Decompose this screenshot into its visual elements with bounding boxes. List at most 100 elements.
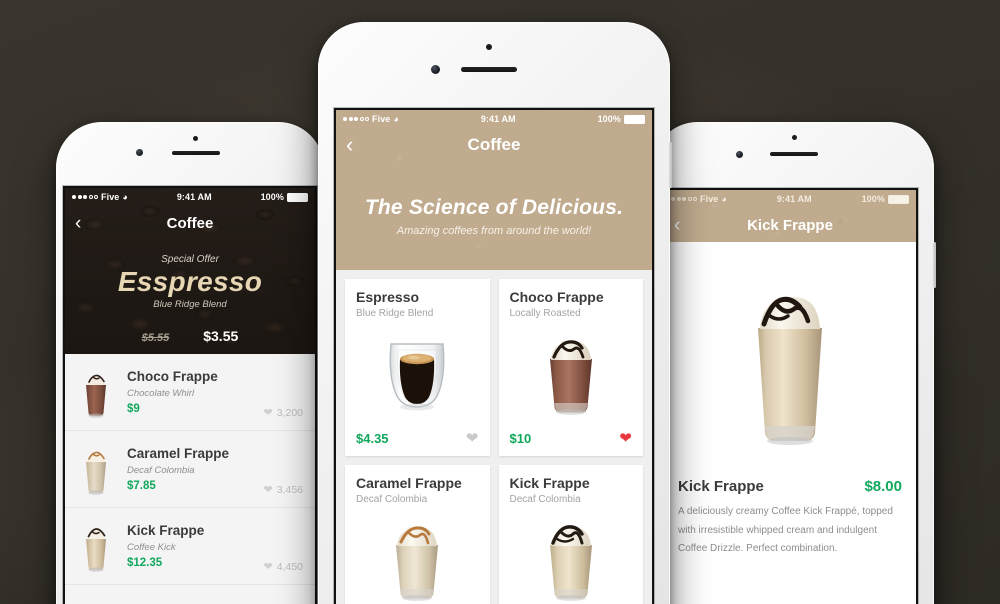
hero-subtitle: Blue Ridge Blend (153, 298, 227, 310)
battery-percent-label: 100% (597, 114, 621, 124)
product-thumbnail (75, 363, 117, 421)
like-counter[interactable]: ❤ 3,200 (264, 407, 304, 421)
sale-price: $3.55 (203, 328, 239, 344)
chevron-left-icon[interactable]: ‹ (346, 134, 353, 156)
product-price: $8.00 (864, 478, 902, 495)
screen-right: Five ◕ 9:41 AM 100% ‹ Kick Frappe Kick F… (664, 190, 916, 604)
product-name: Caramel Frappe (127, 446, 230, 462)
signal-strength-icon (72, 195, 98, 199)
center-header: Five ◕ 9:41 AM 100% ‹ Coffee The Science… (336, 110, 652, 270)
product-card[interactable]: Choco Frappe Locally Roasted $10 ❤ (498, 279, 644, 456)
product-subtitle: Locally Roasted (509, 308, 581, 320)
product-summary: Kick Frappe $8.00 (664, 474, 916, 503)
product-subtitle: Blue Ridge Blend (356, 308, 434, 320)
screen-left: Five ◕ 9:41 AM 100% ‹ Coffee Special Off… (65, 188, 315, 604)
list-item[interactable]: Choco Frappe Chocolate Whirl $9 ❤ 3,200 (65, 354, 315, 431)
carrier-label: Five (700, 194, 719, 204)
heart-icon: ❤ (263, 560, 273, 573)
coffee-list: Choco Frappe Chocolate Whirl $9 ❤ 3,200 (65, 354, 315, 604)
front-camera-icon (136, 149, 143, 156)
product-card[interactable]: Caramel Frappe Decaf Colombia (345, 464, 490, 604)
phone-device-center: Five ◕ 9:41 AM 100% ‹ Coffee The Science… (318, 22, 672, 604)
battery-icon (624, 114, 645, 124)
wifi-icon: ◕ (721, 194, 727, 204)
carrier-label: Five (372, 114, 391, 124)
tagline: The Science of Delicious. (364, 195, 624, 219)
right-header: Five ◕ 9:41 AM 100% ‹ Kick Frappe (664, 190, 916, 242)
battery-icon (888, 194, 909, 204)
list-item[interactable]: Kick Frappe Coffee Kick $12.35 ❤ 4,450 (65, 508, 315, 585)
product-name: Espresso (356, 289, 420, 305)
wifi-icon: ◕ (393, 114, 399, 124)
product-price: $9 (127, 402, 140, 415)
nav-bar-center: ‹ Coffee (336, 128, 652, 162)
signal-strength-icon (671, 197, 697, 201)
earpiece-speaker-icon (172, 151, 220, 155)
hero-price-row: $5.55 $3.55 (65, 328, 315, 354)
like-count-label: 3,456 (276, 484, 303, 496)
product-image (345, 319, 490, 423)
product-image (499, 505, 644, 604)
product-card[interactable]: Espresso Blue Ridge Blend $4.35 ❤ (345, 279, 490, 456)
product-price: $4.35 (356, 430, 389, 446)
product-name: Choco Frappe (509, 289, 604, 305)
front-camera-icon (736, 151, 743, 158)
clock-label: 9:41 AM (480, 114, 516, 124)
proximity-sensor-icon (792, 135, 797, 140)
hero-kicker: Special Offer (161, 254, 219, 266)
battery-percent-label: 100% (861, 194, 885, 204)
product-name: Choco Frappe (127, 369, 218, 385)
product-image (345, 505, 490, 604)
clock-label: 9:41 AM (776, 194, 812, 204)
product-price: $12.35 (127, 556, 163, 569)
page-title: Coffee (467, 135, 521, 154)
product-description: A deliciously creamy Coffee Kick Frappé,… (678, 506, 893, 554)
like-count-label: 4,450 (276, 561, 303, 573)
product-hero-image (664, 242, 916, 474)
screen-center: Five ◕ 9:41 AM 100% ‹ Coffee The Science… (336, 110, 652, 604)
product-image (499, 319, 644, 423)
product-price: $10 (509, 430, 532, 446)
product-name: Caramel Frappe (356, 474, 462, 491)
earpiece-speaker-icon (770, 152, 818, 156)
nav-bar-left: ‹ Coffee (65, 206, 315, 240)
chevron-left-icon[interactable]: ‹ (674, 216, 680, 235)
phone-device-right: Five ◕ 9:41 AM 100% ‹ Kick Frappe Kick F… (652, 122, 936, 604)
front-camera-icon (431, 65, 440, 74)
heart-icon: ❤ (263, 483, 273, 496)
phone-device-left: Five ◕ 9:41 AM 100% ‹ Coffee Special Off… (56, 122, 326, 604)
heart-icon: ❤ (263, 406, 273, 419)
product-thumbnail (75, 517, 117, 575)
favorite-heart-icon[interactable]: ❤ (619, 431, 632, 446)
signal-strength-icon (343, 117, 369, 121)
like-counter[interactable]: ❤ 4,450 (264, 561, 304, 575)
like-count-label: 3,200 (276, 407, 303, 419)
product-subtitle: Decaf Colombia (356, 493, 428, 505)
product-name: Kick Frappe (678, 478, 764, 495)
hero-title: Esspresso (117, 266, 263, 298)
special-offer-block[interactable]: Special Offer Esspresso Blue Ridge Blend (65, 240, 315, 328)
nav-bar-right: ‹ Kick Frappe (664, 208, 916, 242)
product-name: Kick Frappe (509, 474, 590, 491)
status-bar-center: Five ◕ 9:41 AM 100% (336, 110, 652, 128)
battery-percent-label: 100% (260, 192, 284, 202)
product-card[interactable]: Kick Frappe Decaf Colombia (498, 464, 644, 604)
favorite-heart-icon[interactable]: ❤ (466, 431, 479, 446)
chevron-left-icon[interactable]: ‹ (75, 214, 81, 233)
product-subtitle: Decaf Colombia (127, 464, 195, 476)
earpiece-speaker-icon (461, 67, 517, 72)
carrier-label: Five (101, 192, 120, 202)
product-thumbnail (75, 440, 117, 498)
product-subtitle: Chocolate Whirl (127, 387, 195, 399)
page-title: Kick Frappe (747, 216, 833, 234)
list-item[interactable]: Caramel Frappe Decaf Colombia $7.85 ❤ 3,… (65, 431, 315, 508)
left-hero: Five ◕ 9:41 AM 100% ‹ Coffee Special Off… (65, 188, 315, 354)
product-subtitle: Decaf Colombia (509, 493, 581, 505)
clock-label: 9:41 AM (176, 192, 212, 202)
original-price: $5.55 (141, 332, 170, 344)
product-subtitle: Coffee Kick (127, 541, 176, 553)
proximity-sensor-icon (193, 136, 198, 141)
product-price: $7.85 (127, 479, 156, 492)
like-counter[interactable]: ❤ 3,456 (264, 484, 304, 498)
tagline-subtitle: Amazing coffees from around the world! (396, 224, 592, 237)
